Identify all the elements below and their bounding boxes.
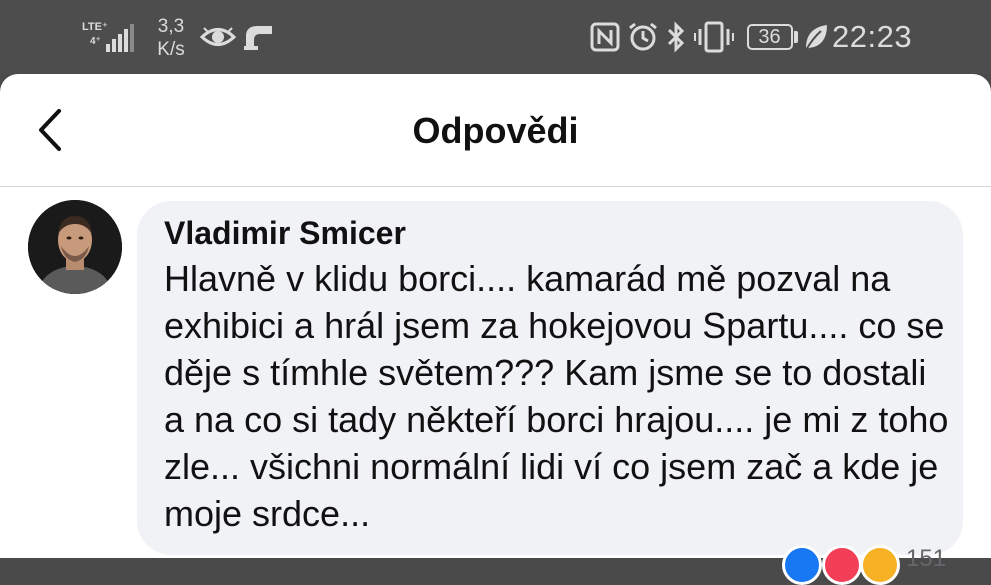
reactions-summary[interactable]: 151 — [782, 545, 952, 585]
signal-indicator: LTE⁺ 4⁺ — [80, 20, 138, 52]
avatar-image — [28, 200, 122, 294]
vpn-icon — [240, 20, 276, 54]
leaf-icon — [802, 20, 830, 54]
nfc-icon — [588, 20, 622, 54]
signal-icon — [106, 24, 134, 52]
comment-text: Hlavně v klidu borci.... kamarád mě pozv… — [164, 258, 949, 534]
page-title: Odpovědi — [412, 110, 579, 151]
header: Odpovědi — [0, 74, 991, 187]
love-icon — [822, 545, 862, 585]
replies-sheet: Odpovědi Vladimir Smicer Hlavně v klidu … — [0, 74, 991, 558]
comment-bubble[interactable]: Vladimir Smicer Hlavně v klidu borci....… — [137, 201, 963, 555]
vibrate-icon — [692, 19, 736, 55]
clock: 22:23 — [832, 19, 913, 54]
haha-icon — [860, 545, 900, 585]
speed-value: 3,3 — [157, 16, 185, 37]
battery-level: 36 — [746, 24, 793, 50]
eye-icon — [198, 20, 238, 54]
bluetooth-icon — [664, 19, 688, 55]
battery-icon: 36 — [744, 22, 800, 52]
comment-author[interactable]: Vladimir Smicer — [164, 215, 406, 252]
alarm-icon — [626, 19, 660, 55]
network-speed: 3,3 K/s — [150, 14, 192, 62]
avatar[interactable] — [28, 200, 122, 294]
like-icon — [782, 545, 822, 585]
reactions-count: 151 — [906, 545, 947, 572]
speed-unit: K/s — [157, 39, 185, 60]
network-type-label: LTE⁺ — [82, 21, 108, 33]
status-bar: LTE⁺ 4⁺ 3,3 K/s 36 22:23 — [0, 0, 991, 74]
network-sub-label: 4⁺ — [90, 36, 101, 47]
